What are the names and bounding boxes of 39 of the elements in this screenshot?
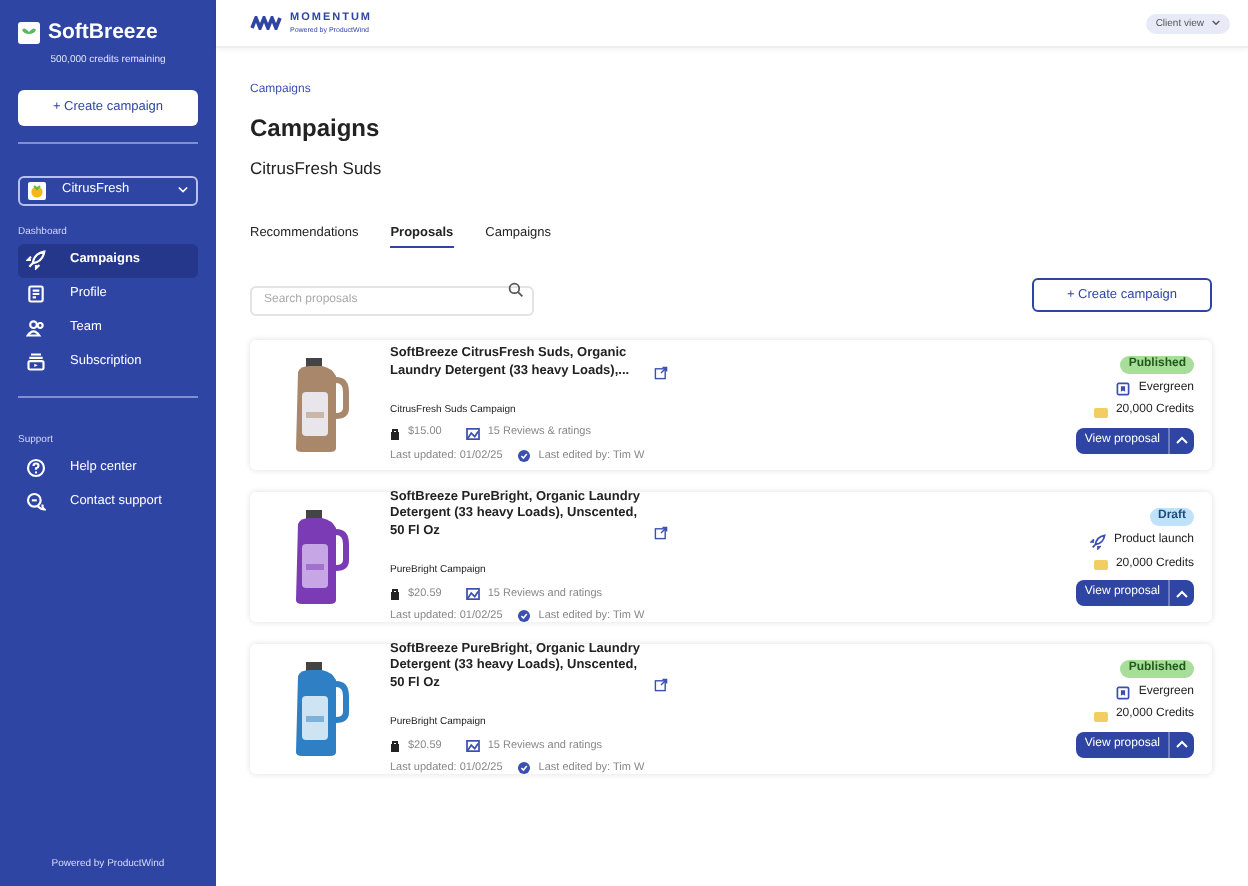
chevron-up-icon: [1176, 436, 1188, 445]
image-icon: [465, 587, 480, 600]
document-icon: [26, 284, 46, 305]
chat-icon: [26, 492, 46, 513]
shopping-bag-icon: [390, 739, 400, 752]
chevron-down-icon: [178, 186, 188, 195]
book-icon: [1116, 686, 1131, 701]
search-icon: [508, 281, 524, 298]
credits-icon: [1093, 407, 1108, 418]
image-icon: [465, 427, 480, 440]
shopping-bag-icon: [390, 427, 400, 440]
help-icon: [26, 458, 46, 479]
chevron-up-icon: [1176, 589, 1188, 598]
chevron-up-icon: [1176, 740, 1188, 749]
logo-icon: [250, 16, 282, 30]
rocket-icon: [1089, 533, 1106, 550]
expand-button[interactable]: [1168, 731, 1194, 758]
external-link-icon[interactable]: [654, 678, 668, 693]
page-subtitle: CitrusFresh Suds: [250, 158, 382, 180]
credits-icon: [1093, 711, 1108, 722]
chevron-down-icon: [1212, 20, 1220, 26]
expand-button[interactable]: [1168, 580, 1194, 607]
book-icon: [1116, 382, 1131, 397]
image-icon: [465, 739, 480, 752]
external-link-icon[interactable]: [654, 526, 668, 541]
people-icon: [26, 318, 46, 339]
verified-icon: [518, 450, 531, 463]
subscription-icon: [26, 352, 46, 373]
brand-logo-icon: [28, 181, 46, 200]
page-title: Campaigns: [250, 114, 380, 144]
verified-icon: [518, 610, 531, 623]
verified-icon: [518, 762, 531, 775]
logo-icon: [18, 21, 40, 44]
expand-button[interactable]: [1168, 427, 1194, 454]
external-link-icon[interactable]: [654, 366, 668, 381]
rocket-icon: [26, 250, 46, 271]
credits-icon: [1093, 559, 1108, 570]
shopping-bag-icon: [390, 587, 400, 600]
brand-name: SoftBreeze: [48, 20, 158, 46]
